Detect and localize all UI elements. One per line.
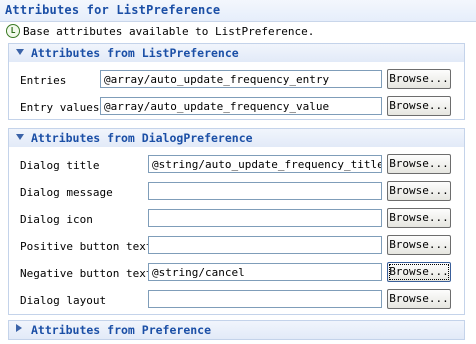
section-listpreference: Attributes from ListPreference Entries @…: [8, 43, 465, 120]
field-row-dialog-icon: Dialog icon Browse...: [9, 208, 464, 231]
info-row: L Base attributes available to ListPrefer…: [6, 24, 314, 40]
field-row-positive-button-text: Positive button text Browse...: [9, 235, 464, 258]
expand-twisty-icon[interactable]: [16, 49, 24, 55]
page-title: Attributes for ListPreference: [5, 3, 221, 17]
section-dialogpreference: Attributes from DialogPreference Dialog …: [8, 128, 465, 315]
entry-values-input[interactable]: @array/auto_update_frequency_value: [100, 97, 382, 115]
browse-button[interactable]: Browse...: [387, 154, 451, 174]
dialog-icon-input[interactable]: [148, 209, 382, 227]
section-title: Attributes from DialogPreference: [31, 131, 253, 145]
entries-input[interactable]: @array/auto_update_frequency_entry: [100, 70, 382, 88]
field-label: Dialog title: [20, 159, 100, 172]
field-row-negative-button-text: Negative button text @string/cancel Brow…: [9, 262, 464, 285]
field-row-dialog-message: Dialog message Browse...: [9, 181, 464, 204]
browse-button[interactable]: Browse...: [387, 69, 451, 89]
field-row-dialog-title: Dialog title @string/auto_update_frequen…: [9, 154, 464, 177]
section-preference: Attributes from Preference: [8, 320, 465, 340]
layout-info-icon: L: [6, 24, 20, 38]
section-header-preference[interactable]: Attributes from Preference: [9, 320, 464, 339]
page-header: Attributes for ListPreference: [0, 0, 476, 22]
field-label: Dialog layout: [20, 294, 107, 307]
browse-button[interactable]: Browse...: [387, 235, 451, 255]
negative-button-text-input[interactable]: @string/cancel: [148, 263, 382, 281]
section-header-dialogpreference[interactable]: Attributes from DialogPreference: [9, 128, 464, 147]
dialog-title-input[interactable]: @string/auto_update_frequency_title: [148, 155, 382, 173]
field-row-dialog-layout: Dialog layout Browse...: [9, 289, 464, 312]
dialog-message-input[interactable]: [148, 182, 382, 200]
collapse-twisty-icon[interactable]: [16, 324, 22, 332]
field-label: Positive button text: [20, 240, 153, 253]
field-label: Dialog message: [20, 186, 113, 199]
info-text: Base attributes available to ListPrefere…: [23, 24, 315, 38]
field-label: Entries: [20, 74, 67, 87]
section-header-listpreference[interactable]: Attributes from ListPreference: [9, 43, 464, 62]
field-label: Negative button text: [20, 267, 153, 280]
browse-button[interactable]: Browse...: [387, 289, 451, 309]
dialog-layout-input[interactable]: [148, 290, 382, 308]
section-title: Attributes from Preference: [31, 323, 212, 337]
field-label: Dialog icon: [20, 213, 93, 226]
browse-button[interactable]: Browse...: [387, 181, 451, 201]
field-row-entry-values: Entry values @array/auto_update_frequenc…: [9, 96, 464, 119]
expand-twisty-icon[interactable]: [16, 134, 24, 140]
browse-button[interactable]: Browse...: [387, 208, 451, 228]
section-title: Attributes from ListPreference: [31, 46, 239, 60]
positive-button-text-input[interactable]: [148, 236, 382, 254]
browse-button[interactable]: Browse...: [387, 96, 451, 116]
field-row-entries: Entries @array/auto_update_frequency_ent…: [9, 69, 464, 92]
browse-button[interactable]: Browse...: [387, 262, 451, 282]
field-label: Entry values: [20, 101, 100, 114]
